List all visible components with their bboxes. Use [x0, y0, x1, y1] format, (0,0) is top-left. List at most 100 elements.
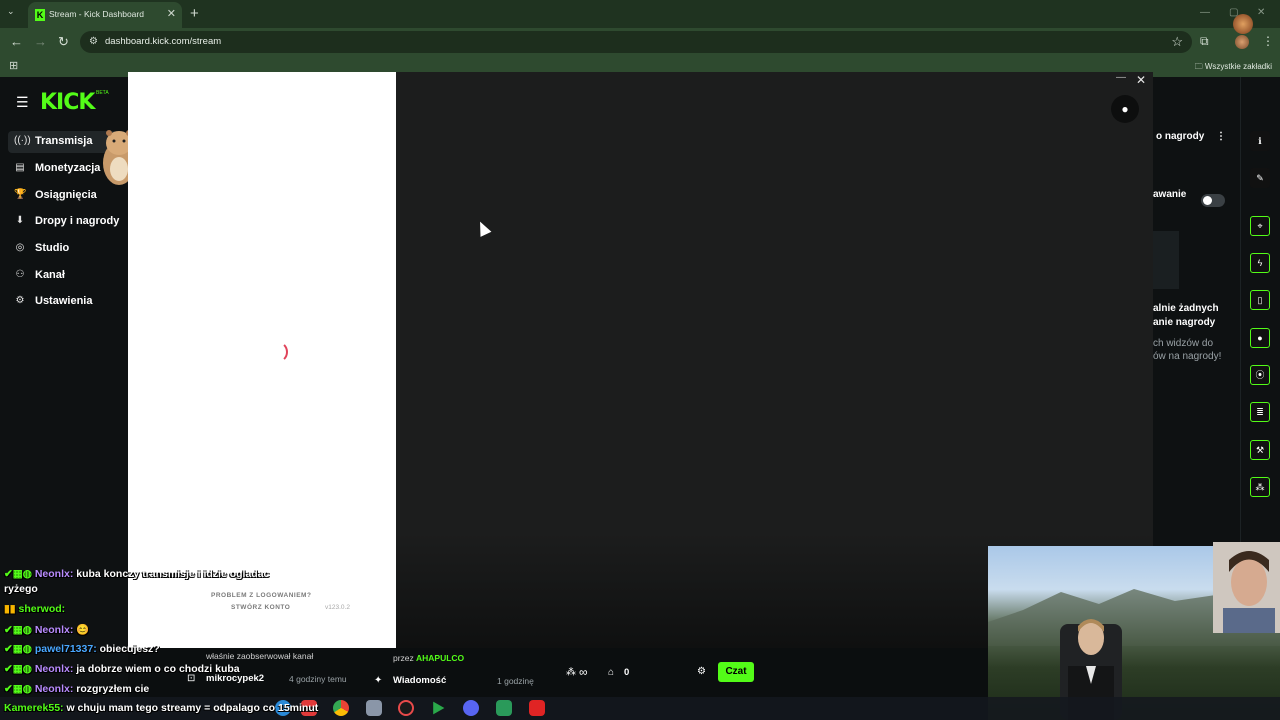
- sidebar-item-osiagniecia[interactable]: 🏆 Osiągnięcia: [8, 185, 126, 207]
- account-icon[interactable]: ●: [1111, 95, 1139, 123]
- channel-icon: ⚇: [15, 269, 25, 280]
- tab-close-icon[interactable]: ✕: [167, 7, 176, 20]
- user-avatar[interactable]: [1233, 14, 1253, 34]
- chat-text: ja dobrze wiem o co chodzi kuba: [76, 663, 240, 675]
- tab-title: Stream - Kick Dashboard: [49, 9, 144, 19]
- follower-time: 4 godziny temu: [289, 674, 347, 684]
- by-name[interactable]: AHAPULCO: [416, 653, 464, 663]
- chat-text: 😊: [76, 624, 90, 636]
- forward-icon[interactable]: →: [34, 34, 47, 49]
- viewers-icon: ⁂: [566, 667, 576, 678]
- chat-badges: ✔▦◍: [4, 624, 35, 636]
- chat-user: pawel71337:: [34, 643, 97, 655]
- login-webview: [128, 72, 396, 648]
- login-problem-link[interactable]: PROBLEM Z LOGOWANIEM?: [211, 592, 311, 599]
- secondary-webcam: [1213, 542, 1280, 633]
- chat-message-continuation: ryżego: [4, 583, 38, 595]
- sidebar-item-label: Ustawienia: [35, 295, 93, 307]
- app-version: v123.0.2: [325, 604, 350, 611]
- sidebar-item-studio[interactable]: ◎ Studio: [8, 238, 126, 260]
- chat-badges: ▮▮: [4, 603, 19, 615]
- chat-message: ▮▮ sherwod:: [4, 603, 65, 615]
- apps-grid-icon[interactable]: ⊞: [9, 59, 18, 72]
- url-text: dashboard.kick.com/stream: [105, 36, 222, 47]
- chat-text: ryżego: [4, 583, 38, 595]
- beta-badge: BETA: [96, 90, 109, 96]
- address-bar[interactable]: ⚙ dashboard.kick.com/stream ☆: [80, 31, 1192, 53]
- viewers-count: ∞: [579, 665, 588, 679]
- modal-minimize-icon[interactable]: —: [1116, 72, 1126, 83]
- rewards-toggle[interactable]: [1201, 194, 1225, 207]
- chat-text: w chuju mam tego streamy = odpalago co 1…: [66, 702, 319, 714]
- reload-icon[interactable]: ↻: [58, 34, 69, 50]
- edit-icon[interactable]: ✎: [1250, 168, 1270, 188]
- menu-icon[interactable]: ☰: [16, 94, 29, 111]
- chat-badges: ✔▦◍: [4, 663, 35, 675]
- sidebar-item-ustawienia[interactable]: ⚙ Ustawienia: [8, 291, 126, 313]
- sidebar-item-dropy[interactable]: ⬇ Dropy i nagrody: [8, 211, 126, 233]
- empty-state-search-icon: [1153, 231, 1179, 289]
- empty-desc-line-2: ów na nagrody!: [1153, 351, 1222, 362]
- app-record-icon[interactable]: [529, 700, 545, 716]
- tab-search-icon[interactable]: ⌄: [7, 6, 15, 17]
- browser-toolbar: ← → ↻ ⚙ dashboard.kick.com/stream ☆ ⧉ ⋮: [0, 28, 1280, 55]
- broadcast-icon: ((·)): [14, 135, 31, 146]
- extensions-icon[interactable]: ⧉: [1200, 34, 1209, 49]
- sidebar-item-label: Osiągnięcia: [35, 189, 97, 201]
- site-info-icon[interactable]: ⚙: [89, 36, 98, 47]
- discord-icon[interactable]: [463, 700, 479, 716]
- profile-avatar[interactable]: [1235, 35, 1249, 49]
- sidebar-item-label: Transmisja: [35, 135, 93, 147]
- close-window-icon[interactable]: ✕: [1257, 7, 1265, 18]
- empty-desc-line-1: ch widzów do: [1153, 338, 1214, 349]
- app-green-icon[interactable]: [496, 700, 512, 716]
- obs-icon[interactable]: [398, 700, 414, 716]
- chat-text: obiecujesz?: [99, 643, 160, 655]
- sidebar-item-label: Monetyzacja: [35, 162, 101, 174]
- create-account-link[interactable]: STWÓRZ KONTO: [231, 604, 290, 611]
- message-time: 1 godzinę: [497, 676, 534, 686]
- trophy-icon: 🏆: [14, 189, 27, 200]
- sidebar-item-label: Studio: [35, 242, 70, 254]
- drops-icon: ⬇: [15, 215, 25, 226]
- bolt-icon[interactable]: ϟ: [1250, 253, 1270, 273]
- gear-icon: ⚙: [15, 295, 25, 306]
- sidebar-item-kanal[interactable]: ⚇ Kanał: [8, 265, 126, 287]
- modal-close-icon[interactable]: ✕: [1136, 73, 1146, 87]
- pin-icon: ✦: [374, 675, 383, 686]
- sidebar-item-label: Dropy i nagrody: [35, 215, 120, 227]
- browser-tab[interactable]: K Stream - Kick Dashboard ✕: [28, 2, 182, 28]
- chat-badges: ✔▦◍: [4, 568, 35, 580]
- chat-user: Neonlx:: [34, 663, 74, 675]
- all-bookmarks-button[interactable]: 🗀 Wszystkie zakładki: [1195, 61, 1272, 75]
- bookmark-star-icon[interactable]: ☆: [1171, 34, 1183, 50]
- back-icon[interactable]: ←: [10, 34, 23, 49]
- followed-text: właśnie zaobserwował kanał: [206, 651, 314, 661]
- empty-title-line-1: alnie żadnych: [1153, 303, 1219, 314]
- chat-send-button[interactable]: Czat: [718, 662, 754, 682]
- layers-icon[interactable]: ≣: [1250, 402, 1270, 422]
- chat-user: Kamerek55:: [4, 702, 64, 714]
- chat-user: Neonlx:: [34, 624, 74, 636]
- chat-settings-icon[interactable]: ⚙: [697, 666, 706, 677]
- browser-menu-icon[interactable]: ⋮: [1262, 34, 1274, 48]
- minimize-window-icon[interactable]: —: [1200, 7, 1210, 18]
- info-icon[interactable]: ℹ: [1250, 131, 1270, 151]
- tools-icon[interactable]: ⚒: [1250, 440, 1270, 460]
- empty-title-line-2: anie nagrody: [1153, 317, 1216, 328]
- rewards-menu-icon[interactable]: ⋮: [1216, 131, 1226, 142]
- notes-icon[interactable]: ▯: [1250, 290, 1270, 310]
- files-icon[interactable]: [366, 700, 382, 716]
- focus-icon[interactable]: ⌖: [1250, 216, 1270, 236]
- by-label: przez: [393, 653, 414, 663]
- broadcast-rail-icon[interactable]: ⦿: [1250, 365, 1270, 385]
- chart-icon: ▤: [15, 162, 25, 173]
- new-tab-icon[interactable]: +: [190, 5, 199, 22]
- chat-bubble-icon[interactable]: ●: [1250, 328, 1270, 348]
- kick-logo[interactable]: KICK: [40, 90, 95, 115]
- studio-icon: ◎: [15, 242, 25, 253]
- chrome-icon[interactable]: [333, 700, 349, 716]
- share-icon[interactable]: ⁂: [1250, 477, 1270, 497]
- kick-favicon-icon: K: [35, 9, 45, 21]
- chat-message: ✔▦◍ Neonlx: kuba konczy transmisje i idz…: [4, 568, 269, 580]
